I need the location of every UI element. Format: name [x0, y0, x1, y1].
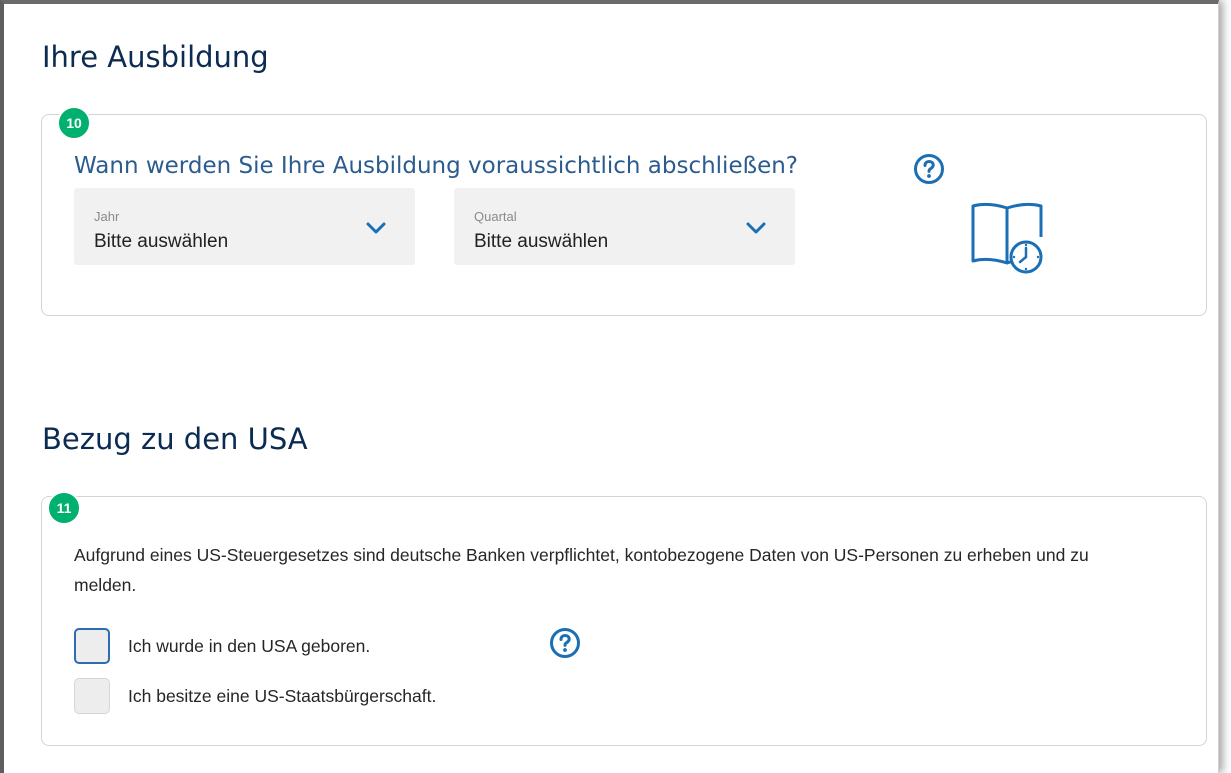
step-badge-11: 11 [47, 491, 81, 525]
year-select-label: Jahr [94, 209, 120, 224]
us-citizenship-checkbox[interactable] [74, 678, 110, 714]
help-icon[interactable] [549, 627, 581, 659]
fatca-info-text: Aufgrund eines US-Steuergesetzes sind de… [74, 545, 1089, 595]
us-citizenship-label[interactable]: Ich besitze eine US-Staatsbürgerschaft. [128, 686, 436, 707]
quarter-select-value: Bitte auswählen [474, 231, 609, 252]
help-icon[interactable] [913, 153, 945, 185]
year-select[interactable]: Jahr Bitte auswählen [74, 188, 415, 265]
education-card: 10 Wann werden Sie Ihre Ausbildung vorau… [41, 106, 1207, 316]
graduation-question: Wann werden Sie Ihre Ausbildung voraussi… [74, 153, 799, 179]
usa-section-title: Bezug zu den USA [42, 422, 308, 456]
chevron-down-icon [746, 222, 766, 234]
usa-card: 11 Aufgrund eines US-Steuergesetzes sind… [41, 491, 1207, 746]
step-badge-10: 10 [57, 106, 91, 140]
form-panel: Ihre Ausbildung 10 Wann werden Sie Ihre … [0, 0, 1219, 773]
born-in-usa-label[interactable]: Ich wurde in den USA geboren. [128, 636, 370, 657]
year-select-value: Bitte auswählen [94, 231, 229, 252]
born-in-usa-checkbox[interactable] [74, 628, 110, 664]
us-citizenship-row: Ich besitze eine US-Staatsbürgerschaft. [74, 677, 436, 715]
chevron-down-icon [366, 222, 386, 234]
quarter-select[interactable]: Quartal Bitte auswählen [454, 188, 795, 265]
quarter-select-label: Quartal [474, 209, 517, 224]
education-section-title: Ihre Ausbildung [42, 40, 269, 74]
book-clock-icon [971, 202, 1043, 274]
born-in-usa-row: Ich wurde in den USA geboren. [74, 627, 370, 665]
